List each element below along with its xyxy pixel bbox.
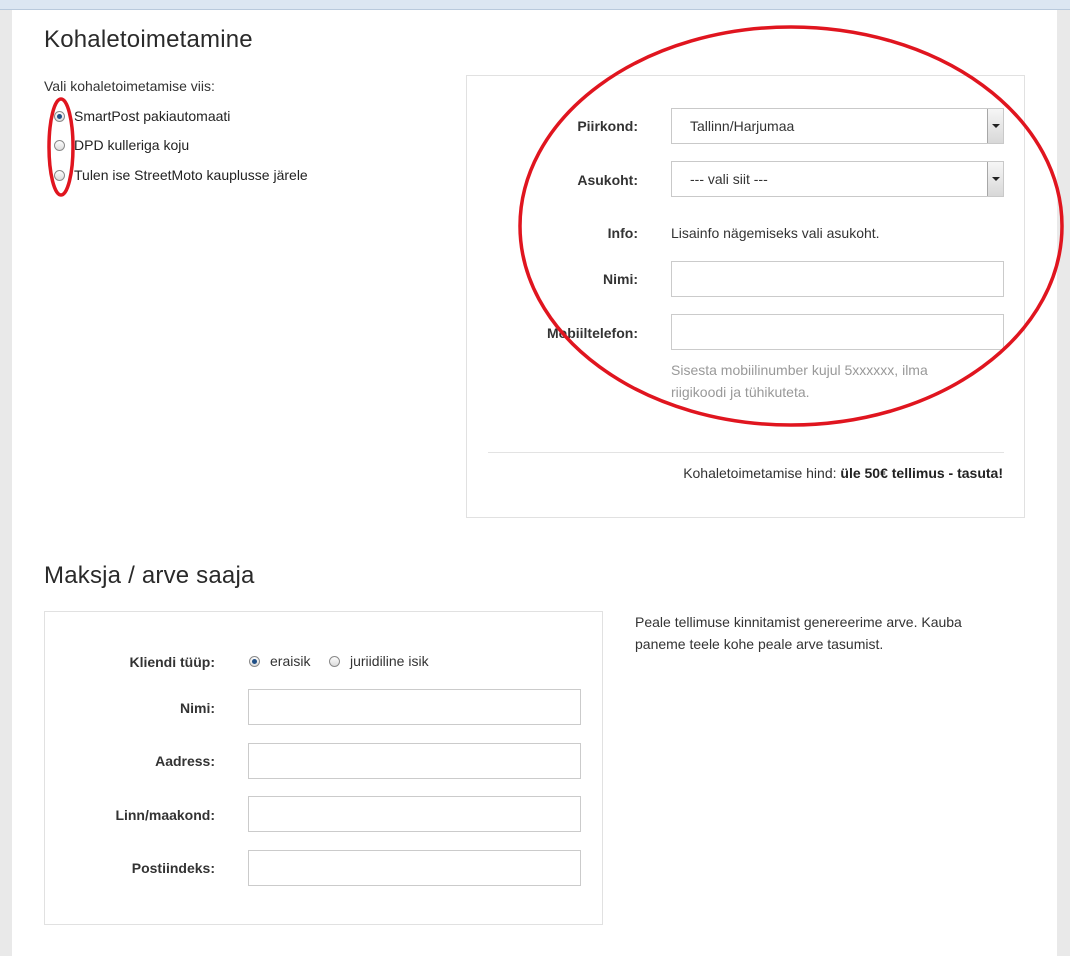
dropdown-arrow-icon[interactable] <box>987 162 1003 196</box>
dropdown-arrow-icon[interactable] <box>987 109 1003 143</box>
delivery-section-title: Kohaletoimetamine <box>44 26 253 53</box>
postal-label: Postiindeks: <box>131 860 215 876</box>
location-select[interactable]: --- vali siit --- <box>671 161 1004 197</box>
phone-label: Mobiiltelefon: <box>547 325 638 341</box>
client-type-label: Kliendi tüüp: <box>129 654 215 670</box>
radio-button[interactable] <box>329 655 340 667</box>
payer-name-label: Nimi: <box>180 700 215 716</box>
radio-button[interactable] <box>249 655 260 667</box>
info-label: Info: <box>607 225 638 241</box>
phone-hint-line-2: riigikoodi ja tühikuteta. <box>671 384 810 400</box>
city-label: Linn/maakond: <box>115 807 215 823</box>
radio-button[interactable] <box>54 169 65 181</box>
payer-name-input[interactable] <box>248 689 581 725</box>
delivery-option-label: SmartPost pakiautomaati <box>74 108 231 124</box>
address-label: Aadress: <box>155 753 215 769</box>
delivery-option-label: Tulen ise StreetMoto kauplusse järele <box>74 167 308 183</box>
city-input[interactable] <box>248 796 581 832</box>
delivery-name-label: Nimi: <box>603 271 638 287</box>
region-label: Piirkond: <box>577 118 638 134</box>
delivery-price-value: üle 50€ tellimus - tasuta! <box>840 465 1003 481</box>
region-select-value: Tallinn/Harjumaa <box>690 118 795 134</box>
delivery-method-label: Vali kohaletoimetamise viis: <box>44 78 215 94</box>
delivery-price: Kohaletoimetamise hind: üle 50€ tellimus… <box>488 465 1003 481</box>
address-input[interactable] <box>248 743 581 779</box>
postal-input[interactable] <box>248 850 581 886</box>
radio-button[interactable] <box>54 139 65 151</box>
client-type-label-legal: juriidiline isik <box>350 653 429 669</box>
invoice-info-line-1: Peale tellimuse kinnitamist genereerime … <box>635 614 962 630</box>
delivery-option-smartpost[interactable]: SmartPost pakiautomaati <box>54 107 230 125</box>
location-label: Asukoht: <box>577 172 638 188</box>
delivery-option-label: DPD kulleriga koju <box>74 137 190 153</box>
payer-section-title: Maksja / arve saaja <box>44 562 255 589</box>
panel-divider <box>488 452 1004 453</box>
client-type-label-private: eraisik <box>270 653 311 669</box>
client-type-private[interactable]: eraisik <box>249 653 310 669</box>
delivery-price-label: Kohaletoimetamise hind: <box>683 465 837 481</box>
info-text: Lisainfo nägemiseks vali asukoht. <box>671 225 880 241</box>
region-select[interactable]: Tallinn/Harjumaa <box>671 108 1004 144</box>
client-type-legal[interactable]: juriidiline isik <box>329 653 429 669</box>
radio-button[interactable] <box>54 110 65 122</box>
phone-hint-line-1: Sisesta mobiilinumber kujul 5xxxxxx, ilm… <box>671 362 928 378</box>
delivery-option-dpd[interactable]: DPD kulleriga koju <box>54 136 189 154</box>
phone-input[interactable] <box>671 314 1004 350</box>
invoice-info-line-2: paneme teele kohe peale arve tasumist. <box>635 636 884 652</box>
delivery-option-pickup[interactable]: Tulen ise StreetMoto kauplusse järele <box>54 166 308 184</box>
browser-top-strip <box>0 0 1070 10</box>
location-select-value: --- vali siit --- <box>690 171 768 187</box>
delivery-name-input[interactable] <box>671 261 1004 297</box>
